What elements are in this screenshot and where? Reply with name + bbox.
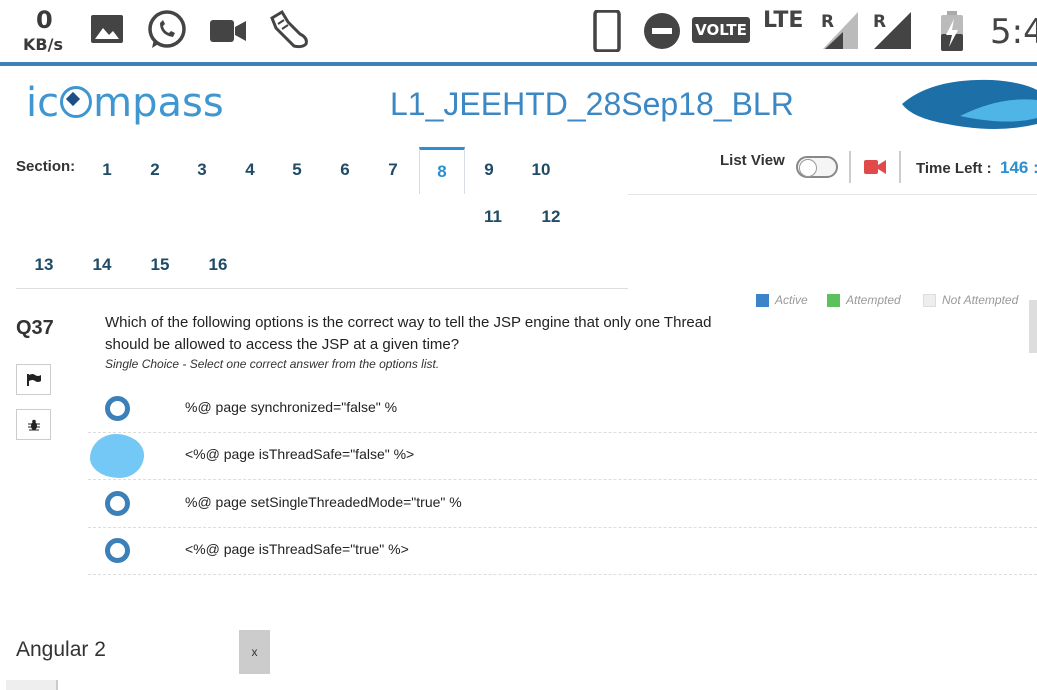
answer-option[interactable]: %@ page synchronized="false" %: [88, 385, 1037, 433]
legend-attempted: Attempted: [827, 293, 901, 307]
battery-icon: [941, 11, 963, 51]
legend-swatch-attempted: [827, 293, 840, 307]
answer-option-text: <%@ page isThreadSafe="false" %>: [185, 446, 415, 462]
do-not-disturb-icon: [644, 13, 680, 49]
section-tab-14[interactable]: 14: [80, 242, 124, 288]
answer-option[interactable]: <%@ page isThreadSafe="true" %>: [88, 527, 1037, 575]
image-icon: [91, 15, 123, 43]
time-left-value: 146 :: [1000, 158, 1037, 177]
section-tab-13[interactable]: 13: [22, 242, 66, 288]
section-tab-2[interactable]: 2: [133, 147, 177, 193]
section-label: Section:: [16, 158, 76, 175]
recording-camera-icon: [864, 160, 886, 174]
section-tab-1[interactable]: 1: [85, 147, 129, 193]
section-tab-8[interactable]: 8: [419, 147, 465, 194]
scrollbar-thumb[interactable]: [1029, 300, 1037, 353]
section-tab-16[interactable]: 16: [196, 242, 240, 288]
list-view-label: List View: [720, 152, 785, 169]
network-type-label: LTE: [763, 8, 804, 33]
bottom-section-title: Angular 2: [16, 638, 106, 661]
section-tab-15[interactable]: 15: [138, 242, 182, 288]
test-title: L1_JEEHTD_28Sep18_BLR: [390, 86, 794, 122]
network-speed-unit: KB/s: [23, 35, 63, 54]
network-speed-value: 0: [36, 6, 53, 34]
answer-option[interactable]: <%@ page isThreadSafe="false" %>: [88, 432, 1037, 480]
section-tab-12[interactable]: 12: [529, 194, 573, 240]
section-tab-9[interactable]: 9: [467, 147, 511, 193]
signal-icon: [874, 12, 911, 49]
whatsapp-icon: [148, 10, 186, 48]
section-divider: [16, 288, 628, 289]
radio-button[interactable]: [105, 538, 130, 563]
status-clock: 5:4: [990, 12, 1037, 52]
flag-icon: [26, 373, 41, 386]
radio-selected[interactable]: [90, 434, 144, 478]
divider: [849, 151, 851, 183]
section-tab-5[interactable]: 5: [275, 147, 319, 193]
bottom-panel-edge: [6, 680, 58, 690]
question-text: Which of the following options is the co…: [105, 314, 712, 353]
section-tab-4[interactable]: 4: [228, 147, 272, 193]
section-tab-7[interactable]: 7: [371, 147, 415, 193]
question-number: Q37: [16, 317, 54, 339]
time-left-label: Time Left :: [916, 160, 992, 177]
phone-icon: [593, 10, 621, 52]
toggle-knob: [799, 159, 817, 177]
radio-button[interactable]: [105, 396, 130, 421]
video-camera-icon: [210, 20, 246, 42]
section-tab-10[interactable]: 10: [519, 147, 563, 193]
section-tab-11[interactable]: 11: [471, 194, 515, 240]
list-view-toggle[interactable]: [796, 156, 838, 178]
close-button[interactable]: x: [239, 630, 270, 674]
brand-wave-logo: [902, 79, 1037, 129]
legend-swatch-not-attempted: [923, 293, 936, 307]
icompass-logo: ic mpass: [26, 80, 224, 126]
question-type: Single Choice - Select one correct answe…: [105, 357, 440, 371]
legend-not-attempted: Not Attempted: [923, 293, 1018, 307]
report-bug-button[interactable]: [16, 409, 51, 440]
answer-option-text: <%@ page isThreadSafe="true" %>: [185, 541, 409, 557]
header-accent-line: [0, 62, 1037, 66]
section-tab-6[interactable]: 6: [323, 147, 367, 193]
section-tab-3[interactable]: 3: [180, 147, 224, 193]
answer-option-text: %@ page synchronized="false" %: [185, 399, 398, 415]
flag-button[interactable]: [16, 364, 51, 395]
bug-icon: [27, 419, 40, 430]
status-bar: 0 KB/s VOLTE LTE R R 5:4: [0, 0, 1037, 62]
compass-icon: [60, 86, 93, 118]
radio-button[interactable]: [105, 491, 130, 516]
legend-active: Active: [756, 293, 808, 307]
signal-icon: [823, 12, 858, 49]
answer-option-text: %@ page setSingleThreadedMode="true" %: [185, 494, 462, 510]
controls-divider: [628, 194, 1037, 195]
sneaker-icon: [270, 9, 308, 49]
answer-option[interactable]: %@ page setSingleThreadedMode="true" %: [88, 480, 1037, 528]
divider: [899, 151, 901, 183]
volte-badge: VOLTE: [692, 17, 750, 43]
legend-swatch-active: [756, 293, 769, 307]
